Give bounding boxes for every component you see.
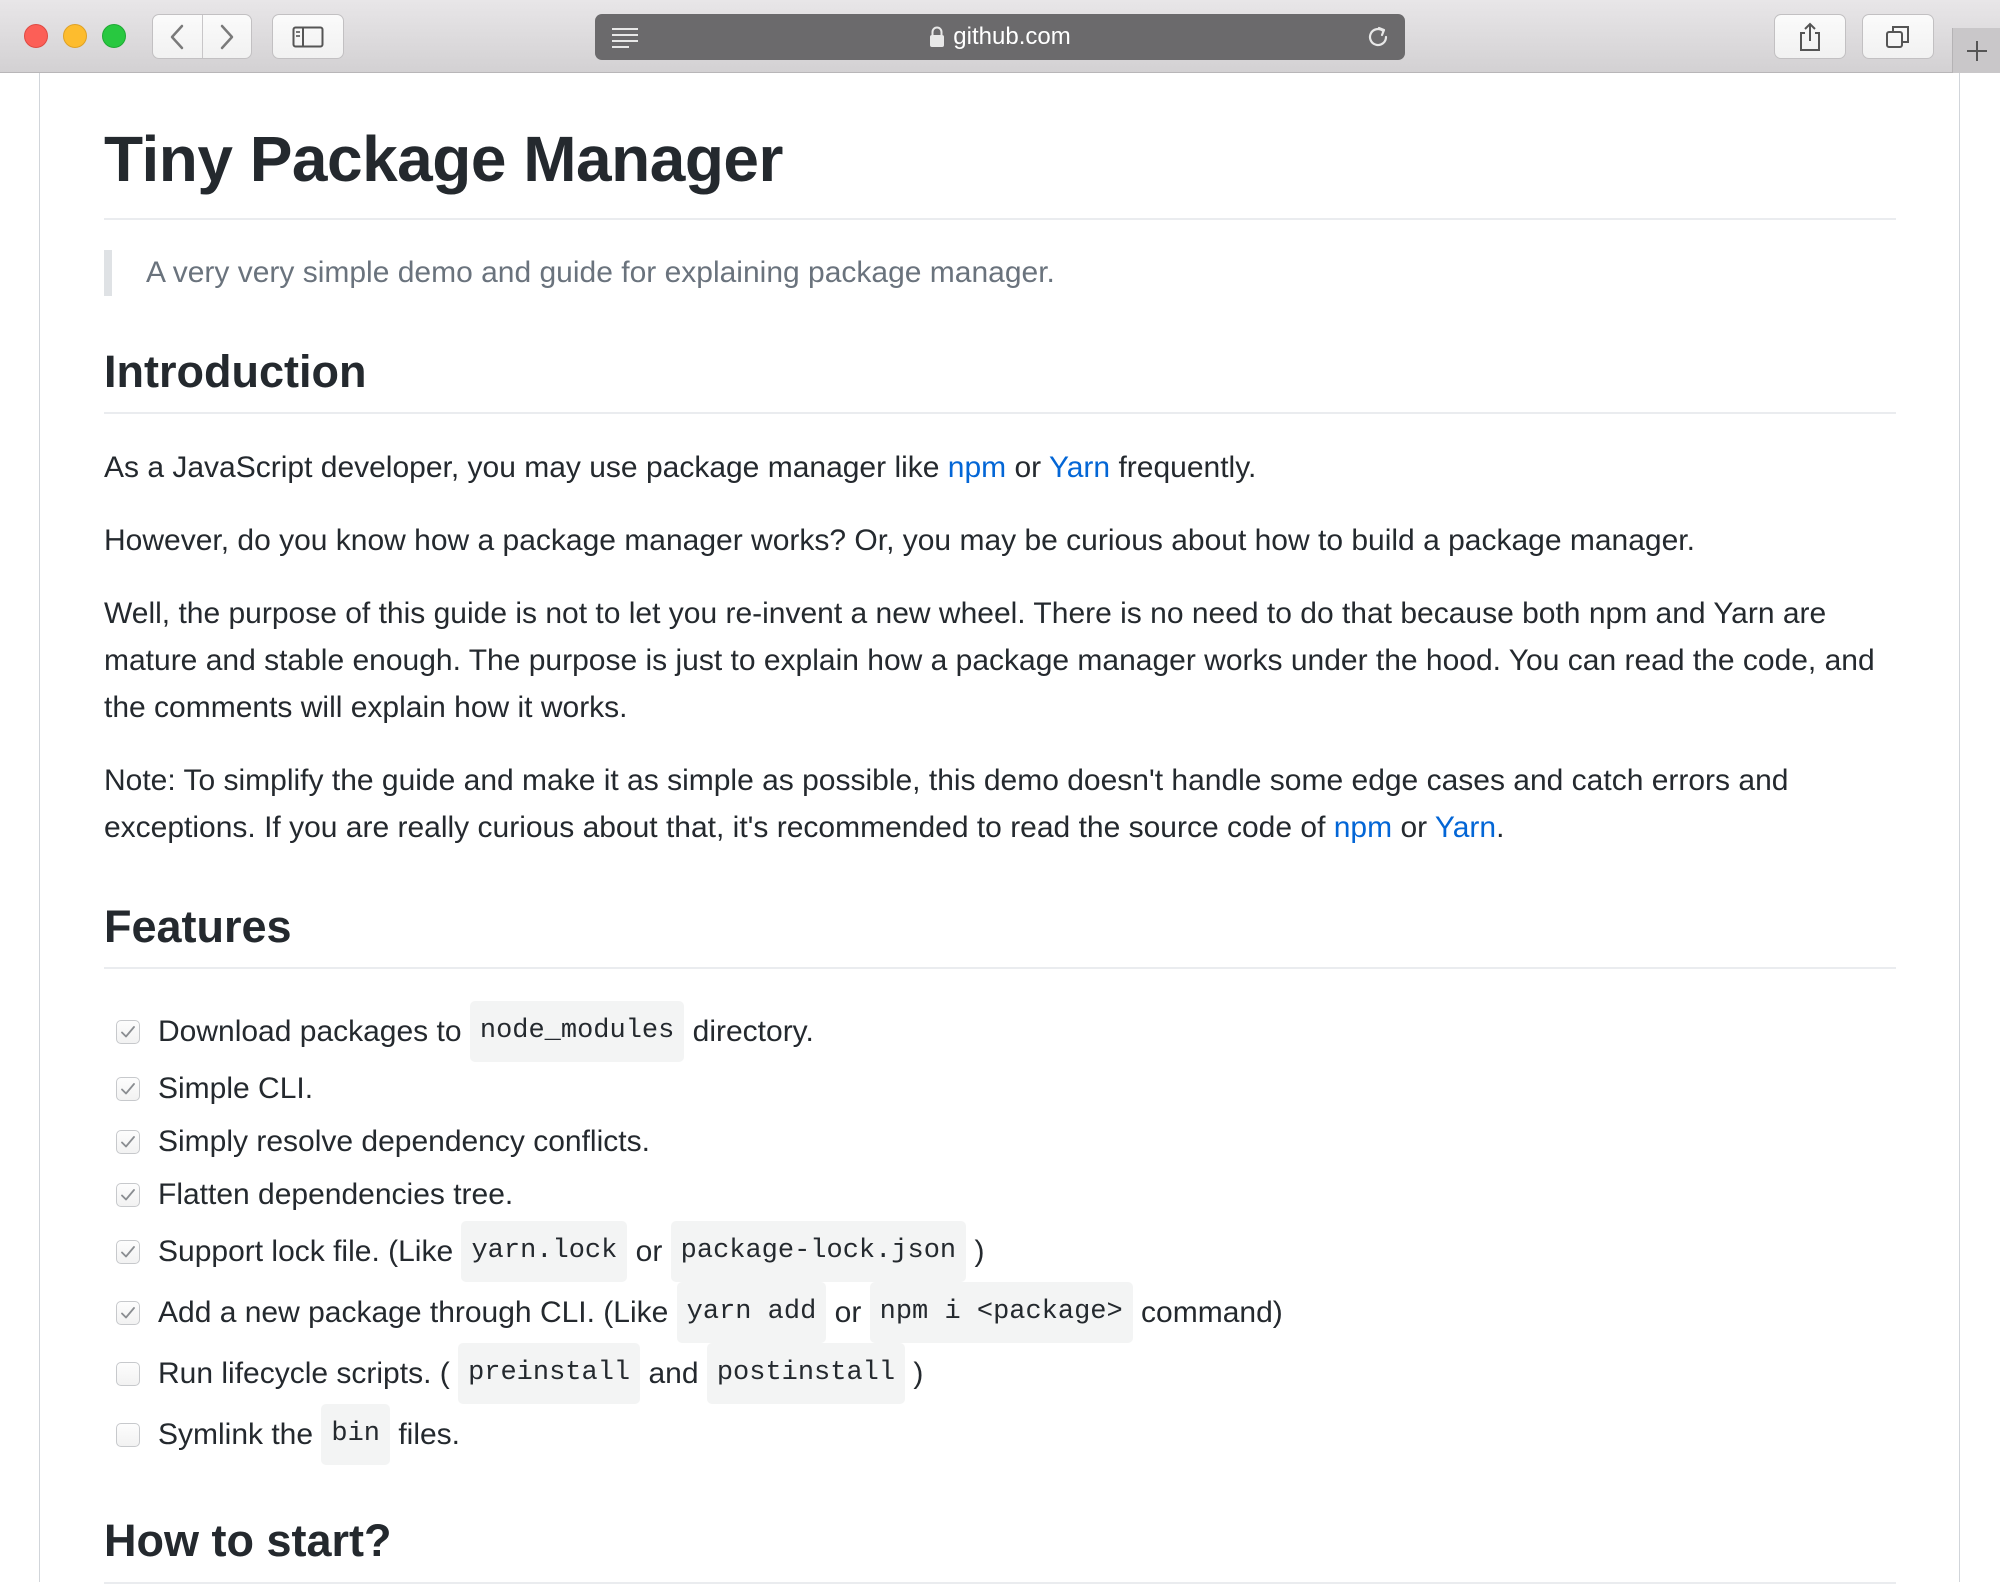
check-icon	[121, 1188, 135, 1201]
back-button[interactable]	[153, 15, 202, 58]
tagline-quote: A very very simple demo and guide for ex…	[104, 249, 1896, 296]
yarn-source-link[interactable]: Yarn	[1435, 811, 1496, 844]
inline-code: yarn add	[676, 1282, 827, 1344]
task-list-item: Support lock file. (Like yarn.lock or pa…	[104, 1221, 1896, 1283]
reload-icon[interactable]	[1365, 24, 1391, 57]
task-list-item: Add a new package through CLI. (Like yar…	[104, 1282, 1896, 1344]
inline-code: bin	[321, 1404, 390, 1466]
check-icon	[121, 1245, 135, 1258]
npm-link[interactable]: npm	[948, 451, 1006, 484]
inline-code: node_modules	[469, 1001, 685, 1063]
inline-code: yarn.lock	[461, 1221, 628, 1283]
inline-code: package-lock.json	[670, 1221, 967, 1283]
features-heading: Features	[104, 899, 1896, 970]
inline-code: preinstall	[458, 1343, 641, 1405]
task-checkbox[interactable]	[116, 1019, 140, 1044]
readme-content: Tiny Package Manager A very very simple …	[104, 73, 1896, 1584]
reader-icon[interactable]	[611, 26, 639, 55]
address-bar[interactable]: github.com	[595, 14, 1405, 60]
task-checkbox[interactable]	[116, 1076, 140, 1101]
task-checkbox[interactable]	[116, 1300, 140, 1325]
intro-paragraph-1: As a JavaScript developer, you may use p…	[104, 451, 1257, 485]
sidebar-icon	[292, 26, 324, 47]
introduction-heading: Introduction	[104, 344, 1896, 415]
intro-paragraph-2: However, do you know how a package manag…	[104, 524, 1695, 558]
intro-paragraph-4: Note: To simplify the guide and make it …	[104, 764, 1789, 845]
npm-source-link[interactable]: npm	[1334, 811, 1392, 844]
back-arrow-icon	[171, 24, 184, 49]
yarn-link[interactable]: Yarn	[1049, 451, 1110, 484]
show-tabs-button[interactable]	[1862, 14, 1934, 59]
feature-task-list: Download packages to node_modules direct…	[104, 1001, 1896, 1466]
tabs-icon	[1886, 25, 1909, 48]
page-title: Tiny Package Manager	[104, 73, 1896, 220]
zoom-window-button[interactable]	[102, 24, 126, 48]
check-icon	[121, 1082, 135, 1095]
task-list-item: Run lifecycle scripts. ( preinstall and …	[104, 1343, 1896, 1405]
check-icon	[121, 1025, 135, 1038]
task-list-item: Simply resolve dependency conflicts.	[104, 1115, 1896, 1168]
minimize-window-button[interactable]	[63, 24, 87, 48]
task-checkbox[interactable]	[116, 1239, 140, 1264]
task-checkbox[interactable]	[116, 1129, 140, 1154]
share-icon	[1800, 22, 1820, 51]
sidebar-toggle-button[interactable]	[272, 14, 344, 59]
task-checkbox[interactable]	[116, 1182, 140, 1207]
forward-button[interactable]	[201, 15, 252, 58]
inline-code: postinstall	[706, 1343, 906, 1405]
history-navigation	[152, 14, 252, 59]
share-button[interactable]	[1774, 14, 1846, 59]
task-checkbox[interactable]	[116, 1361, 140, 1386]
check-icon	[121, 1306, 135, 1319]
new-tab-button[interactable]	[1952, 28, 2000, 73]
forward-arrow-icon	[220, 24, 233, 49]
browser-toolbar: github.com	[0, 0, 2000, 73]
task-list-item: Download packages to node_modules direct…	[104, 1001, 1896, 1063]
intro-paragraph-3: Well, the purpose of this guide is not t…	[104, 597, 1875, 725]
task-checkbox[interactable]	[116, 1422, 140, 1447]
inline-code: npm i <package>	[869, 1282, 1133, 1344]
task-list-item: Symlink the bin files.	[104, 1404, 1896, 1466]
task-list-item: Simple CLI.	[104, 1062, 1896, 1115]
check-icon	[121, 1135, 135, 1148]
plus-icon	[1966, 40, 1987, 61]
task-list-item: Flatten dependencies tree.	[104, 1168, 1896, 1221]
lock-icon	[929, 26, 945, 48]
how-to-start-heading: How to start?	[104, 1513, 1896, 1584]
close-window-button[interactable]	[24, 24, 48, 48]
url-text: github.com	[953, 23, 1071, 50]
